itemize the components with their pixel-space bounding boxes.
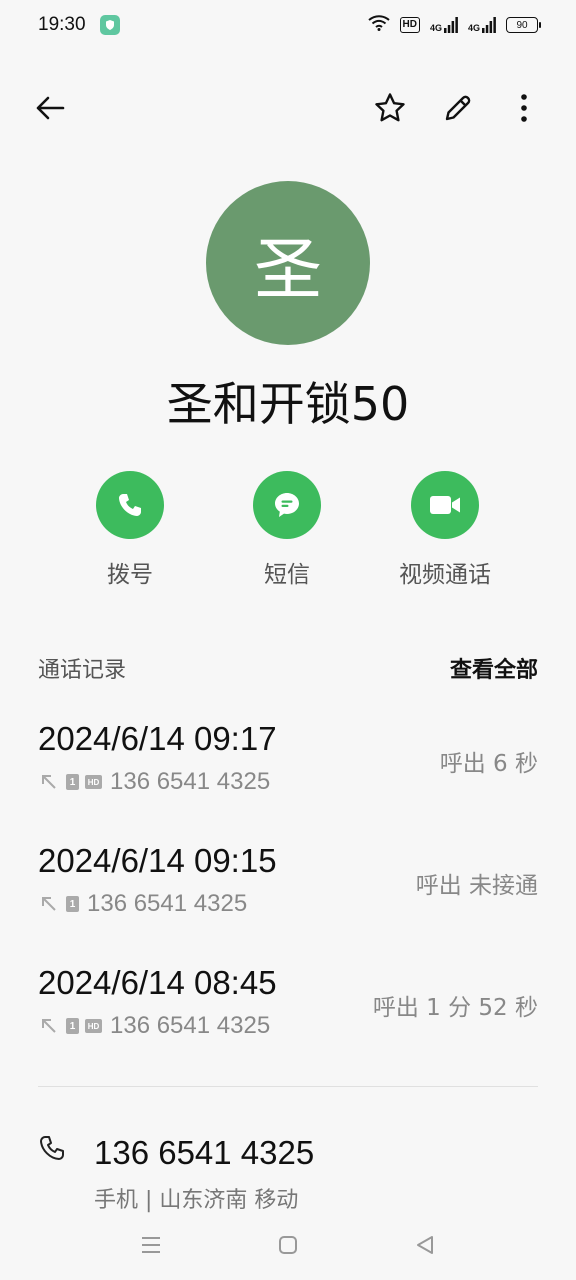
contact-avatar: 圣	[206, 181, 370, 345]
message-icon	[275, 493, 299, 517]
call-log-list: 2024/6/14 09:17 1 HD 136 6541 4325 呼出 6 …	[38, 716, 538, 1082]
call-number: 136 6541 4325	[110, 1012, 271, 1039]
call-number: 136 6541 4325	[110, 768, 271, 795]
call-date: 2024/6/14 09:17	[38, 720, 277, 757]
phone-subtitle: 手机 | 山东济南 移动	[94, 1188, 299, 1213]
call-log-row[interactable]: 2024/6/14 09:15 1 136 6541 4325 呼出 未接通	[38, 838, 538, 960]
sim-1-icon: 1	[66, 774, 79, 790]
phone-icon	[119, 494, 141, 516]
call-log-row[interactable]: 2024/6/14 08:45 1 HD 136 6541 4325 呼出 1 …	[38, 960, 538, 1082]
call-log-row[interactable]: 2024/6/14 09:17 1 HD 136 6541 4325 呼出 6 …	[38, 716, 538, 838]
call-history-title: 通话记录	[38, 658, 127, 683]
home-square-icon[interactable]	[277, 1234, 299, 1256]
outgoing-arrow-icon	[38, 771, 60, 793]
divider	[38, 1086, 538, 1087]
phone-icon	[38, 1134, 68, 1164]
status-time: 19:30	[38, 14, 86, 35]
call-meta: 1 HD 136 6541 4325	[38, 768, 270, 796]
quick-actions: 拨号 短信 视频通话	[0, 471, 576, 591]
call-status: 呼出 6 秒	[439, 751, 538, 777]
system-nav-bar	[0, 1226, 576, 1266]
top-toolbar	[0, 80, 576, 136]
star-outline-icon	[375, 93, 405, 122]
video-call-action-button[interactable]: 视频通话	[375, 471, 515, 589]
view-all-link[interactable]: 查看全部	[450, 652, 538, 684]
sms-action-button[interactable]: 短信	[217, 471, 357, 589]
hd-call-icon: HD	[85, 1019, 102, 1033]
more-vertical-icon	[521, 94, 527, 122]
signal-icon-2: 4G	[468, 17, 496, 33]
video-call-action-label: 视频通话	[399, 562, 491, 588]
network-type-label: 4G	[429, 23, 442, 33]
sms-action-circle[interactable]	[253, 471, 321, 539]
arrow-left-icon	[36, 96, 65, 120]
wifi-icon	[367, 15, 390, 35]
signal-icon: 4G	[430, 17, 458, 33]
call-number: 136 6541 4325	[87, 890, 248, 917]
menu-icon[interactable]	[140, 1234, 162, 1256]
call-meta: 1 136 6541 4325	[38, 890, 247, 918]
call-status: 呼出 1 分 52 秒	[372, 995, 538, 1021]
sim-1-icon: 1	[66, 1018, 79, 1034]
video-call-action-circle[interactable]	[411, 471, 479, 539]
contact-name: 圣和开锁50	[166, 377, 410, 431]
call-action-button[interactable]: 拨号	[60, 471, 200, 589]
favorite-button[interactable]	[370, 88, 410, 128]
back-triangle-icon[interactable]	[414, 1234, 436, 1256]
hd-call-icon: HD	[85, 775, 102, 789]
outgoing-arrow-icon	[38, 1015, 60, 1037]
back-button[interactable]	[30, 90, 70, 126]
video-icon	[430, 496, 460, 514]
status-bar: 19:30 HD 4G 4G 90	[0, 0, 576, 50]
call-action-circle[interactable]	[96, 471, 164, 539]
shield-app-icon	[99, 15, 120, 35]
battery-indicator: 90	[506, 17, 541, 33]
call-date: 2024/6/14 09:15	[38, 842, 277, 879]
hd-voice-badge: HD	[399, 17, 420, 33]
more-options-button[interactable]	[506, 88, 542, 128]
call-meta: 1 HD 136 6541 4325	[38, 1012, 270, 1040]
call-status: 呼出 未接通	[415, 873, 538, 899]
call-action-label: 拨号	[107, 562, 153, 588]
phone-number: 136 6541 4325	[94, 1134, 315, 1171]
sim-1-icon: 1	[66, 896, 79, 912]
outgoing-arrow-icon	[38, 893, 60, 915]
call-date: 2024/6/14 08:45	[38, 964, 277, 1001]
sms-action-label: 短信	[264, 562, 310, 588]
network-type-label-2: 4G	[467, 23, 480, 33]
edit-button[interactable]	[438, 88, 478, 128]
call-history-header: 通话记录 查看全部	[38, 652, 538, 684]
pencil-icon	[445, 95, 471, 121]
